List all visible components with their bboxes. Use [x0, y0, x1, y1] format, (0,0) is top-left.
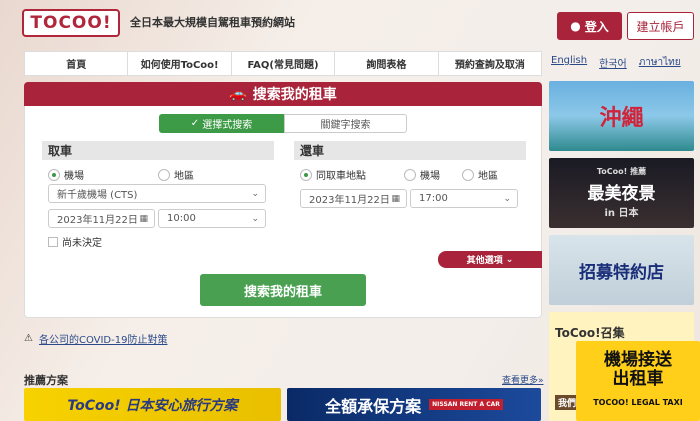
chevron-down-icon: ⌄ — [251, 188, 259, 199]
other-options-button[interactable]: 其他選項 ⌄ — [438, 251, 542, 268]
other-options-label: 其他選項 — [466, 256, 503, 266]
search-submit-button[interactable]: 搜索我的租車 — [200, 274, 366, 306]
pickup-location-select[interactable]: 新千歲機場 (CTS) ⌄ — [48, 184, 266, 203]
return-time-value: 17:00 — [419, 193, 448, 204]
airport-taxi-sub: TOCOO! LEGAL TAXI — [593, 397, 683, 407]
radio-on-icon — [48, 168, 60, 181]
return-area-label: 地區 — [478, 171, 498, 182]
recruit-partner-banner[interactable]: 招募特約店 — [549, 235, 694, 305]
lang-english[interactable]: English — [551, 55, 587, 70]
covid-notice: ⚠ 各公司的COVID-19防止對策 — [24, 331, 167, 346]
pickup-airport-radio[interactable]: 機場 — [48, 167, 84, 182]
pickup-heading: 取車 — [42, 141, 274, 160]
search-panel-header: 🚗 搜索我的租車 — [24, 82, 542, 106]
night-view-sub: in 日本 — [604, 207, 639, 219]
radio-on-icon — [300, 168, 312, 181]
register-button[interactable]: 建立帳戶 — [627, 12, 694, 40]
undecided-label: 尚未決定 — [62, 238, 102, 249]
okinawa-banner[interactable]: 沖繩 — [549, 81, 694, 151]
nav-home[interactable]: 首頁 — [25, 52, 129, 75]
airport-taxi-line1: 機場接送 — [604, 349, 672, 370]
search-panel-title: 搜索我的租車 — [252, 87, 337, 103]
pickup-time-select[interactable]: 10:00 ⌄ — [158, 209, 266, 228]
return-airport-radio[interactable]: 機場 — [404, 167, 440, 182]
recommend-banner-full-coverage-label: 全額承保方案 — [325, 396, 422, 416]
pickup-date-input[interactable]: 2023年11月22日 ▦ — [48, 209, 155, 228]
radio-off-icon — [462, 168, 474, 181]
pickup-airport-label: 機場 — [64, 171, 84, 182]
night-view-banner[interactable]: ToCoo! 推薦最美夜景 in 日本 — [549, 158, 694, 228]
return-date-value: 2023年11月22日 — [309, 195, 390, 206]
pickup-area-radio[interactable]: 地區 — [158, 167, 194, 182]
car-icon: 🚗 — [229, 86, 247, 102]
pickup-time-value: 10:00 — [167, 213, 196, 224]
calendar-icon: ▦ — [391, 193, 400, 204]
nav-inquiry[interactable]: 詢問表格 — [335, 52, 439, 75]
tocoo-recruit-title: ToCoo!召集 — [555, 326, 625, 340]
recommend-title: 推薦方案 — [24, 374, 68, 387]
return-time-select[interactable]: 17:00 ⌄ — [410, 189, 518, 208]
main-nav: 首頁 如何使用ToCoo! FAQ(常見問題) 詢問表格 預約查詢及取消 — [24, 51, 542, 76]
return-heading: 還車 — [294, 141, 526, 160]
calendar-icon: ▦ — [139, 213, 148, 224]
airport-taxi-banner[interactable]: 機場接送 出租車 TOCOO! LEGAL TAXI — [576, 341, 700, 421]
language-switcher: English 한국어 ภาษาไทย — [551, 55, 691, 70]
lang-korean[interactable]: 한국어 — [599, 55, 627, 70]
tab-keyword-search[interactable]: 關鍵字搜索 — [284, 114, 407, 133]
warning-icon: ⚠ — [24, 333, 33, 344]
nav-booking[interactable]: 預約查詢及取消 — [439, 52, 541, 75]
chevron-down-icon: ⌄ — [251, 213, 259, 224]
return-same-radio[interactable]: 同取車地點 — [300, 167, 366, 182]
see-more-link[interactable]: 查看更多» — [502, 373, 544, 386]
return-date-input[interactable]: 2023年11月22日 ▦ — [300, 189, 407, 208]
airport-taxi-line2: 出租車 — [612, 368, 664, 389]
chevron-down-icon: ⌄ — [505, 254, 514, 265]
tab-select-search[interactable]: ✓ 選擇式搜索 — [159, 114, 284, 133]
radio-off-icon — [158, 168, 170, 181]
pickup-area-label: 地區 — [174, 171, 194, 182]
recommend-banner-anshin[interactable]: ToCoo! 日本安心旅行方案 — [24, 388, 281, 421]
return-same-label: 同取車地點 — [316, 171, 366, 182]
return-area-radio[interactable]: 地區 — [462, 167, 498, 182]
tocoo-logo[interactable]: TOCOO! — [22, 9, 120, 37]
return-airport-label: 機場 — [420, 171, 440, 182]
checkbox-icon — [48, 236, 58, 247]
login-button[interactable]: ● 登入 — [557, 12, 622, 40]
site-tagline: 全日本最大規模自駕租車預約網站 — [130, 16, 295, 29]
nav-how-to[interactable]: 如何使用ToCoo! — [128, 52, 232, 75]
undecided-checkbox[interactable]: 尚未決定 — [48, 234, 102, 249]
login-label: 登入 — [584, 19, 609, 34]
lang-thai[interactable]: ภาษาไทย — [639, 55, 681, 70]
user-icon: ● — [570, 19, 581, 33]
pickup-date-value: 2023年11月22日 — [57, 215, 138, 226]
nav-faq[interactable]: FAQ(常見問題) — [232, 52, 336, 75]
nissan-rent-a-car-badge: NISSAN RENT A CAR — [429, 399, 503, 410]
chevron-down-icon: ⌄ — [503, 193, 511, 204]
night-view-small: ToCoo! 推薦 — [596, 166, 647, 176]
tab-select-label: 選擇式搜索 — [202, 120, 253, 131]
recommend-banner-full-coverage[interactable]: 全額承保方案 NISSAN RENT A CAR — [287, 388, 541, 421]
night-view-title: 最美夜景 — [587, 183, 656, 204]
covid-link[interactable]: 各公司的COVID-19防止對策 — [39, 331, 168, 346]
pickup-location-value: 新千歲機場 (CTS) — [57, 190, 138, 201]
radio-off-icon — [404, 168, 416, 181]
